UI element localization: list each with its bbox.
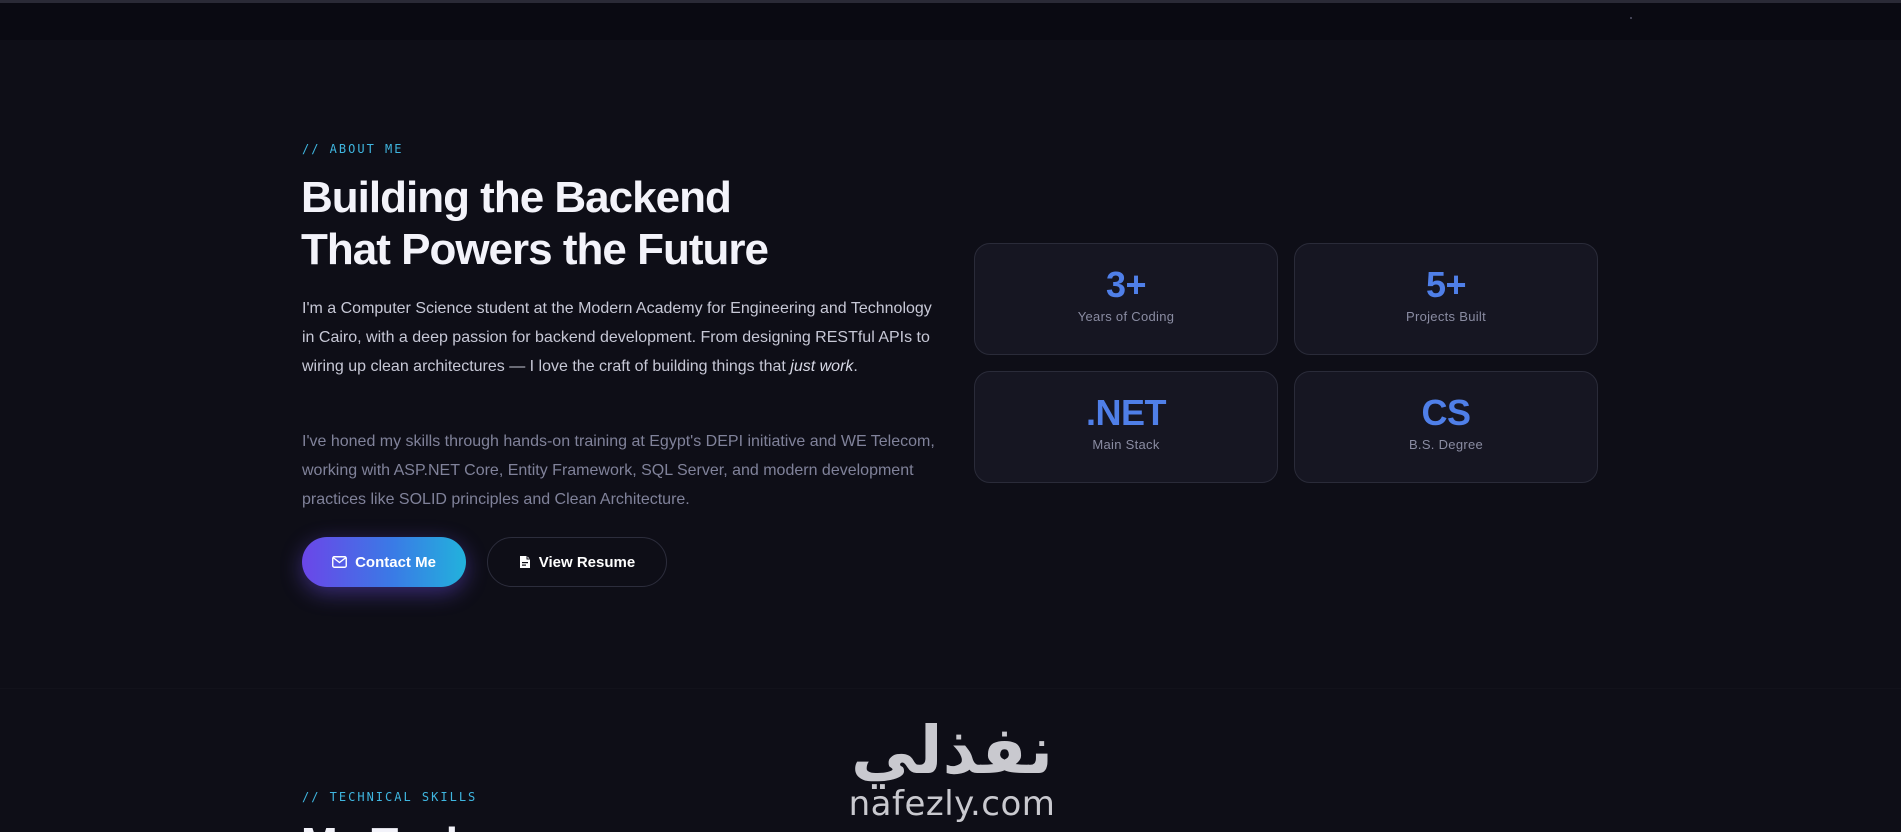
skills-eyebrow: // TECHNICAL SKILLS xyxy=(302,790,478,804)
stat-value: .NET xyxy=(1085,392,1167,433)
top-nav-bar xyxy=(0,0,1901,40)
about-section: // ABOUT ME Building the Backend That Po… xyxy=(0,40,1901,680)
stat-card-stack: .NET Main Stack xyxy=(974,371,1278,483)
watermark-arabic-text: نفذلي xyxy=(851,712,1053,789)
stat-label: Main Stack xyxy=(1092,437,1160,452)
stat-label: Projects Built xyxy=(1405,309,1487,324)
stat-card-projects: 5+ Projects Built xyxy=(1294,243,1598,355)
stat-label: B.S. Degree xyxy=(1408,437,1484,452)
headline-line-1: Building the Backend xyxy=(301,173,732,222)
stat-card-years: 3+ Years of Coding xyxy=(974,243,1278,355)
about-paragraph-1-end: . xyxy=(853,358,858,375)
about-headline: Building the Backend That Powers the Fut… xyxy=(301,172,941,276)
mail-icon xyxy=(332,556,348,568)
stat-value: 5+ xyxy=(1425,264,1467,305)
section-divider xyxy=(0,688,1901,689)
view-resume-button[interactable]: View Resume xyxy=(487,537,667,587)
about-paragraph-1: I'm a Computer Science student at the Mo… xyxy=(302,294,942,381)
contact-me-label: Contact Me xyxy=(355,553,436,571)
about-paragraph-2: I've honed my skills through hands-on tr… xyxy=(302,433,935,508)
stat-label: Years of Coding xyxy=(1077,309,1175,324)
contact-me-button[interactable]: Contact Me xyxy=(302,537,466,587)
view-resume-label: View Resume xyxy=(538,553,636,571)
nafezly-watermark: نفذلي nafezly.com xyxy=(842,716,1062,832)
nav-dot xyxy=(1630,17,1632,19)
about-paragraph-1-emphasis: just work xyxy=(790,358,854,375)
stat-card-degree: CS B.S. Degree xyxy=(1294,371,1598,483)
page: // ABOUT ME Building the Backend That Po… xyxy=(0,0,1901,832)
about-eyebrow: // ABOUT ME xyxy=(302,142,404,156)
headline-line-2: That Powers the Future xyxy=(301,225,769,274)
skills-heading: My Tools xyxy=(301,818,481,832)
watermark-latin-text: nafezly.com xyxy=(848,784,1056,824)
stat-value: CS xyxy=(1421,392,1471,433)
stat-value: 3+ xyxy=(1105,264,1147,305)
document-icon xyxy=(519,555,531,569)
